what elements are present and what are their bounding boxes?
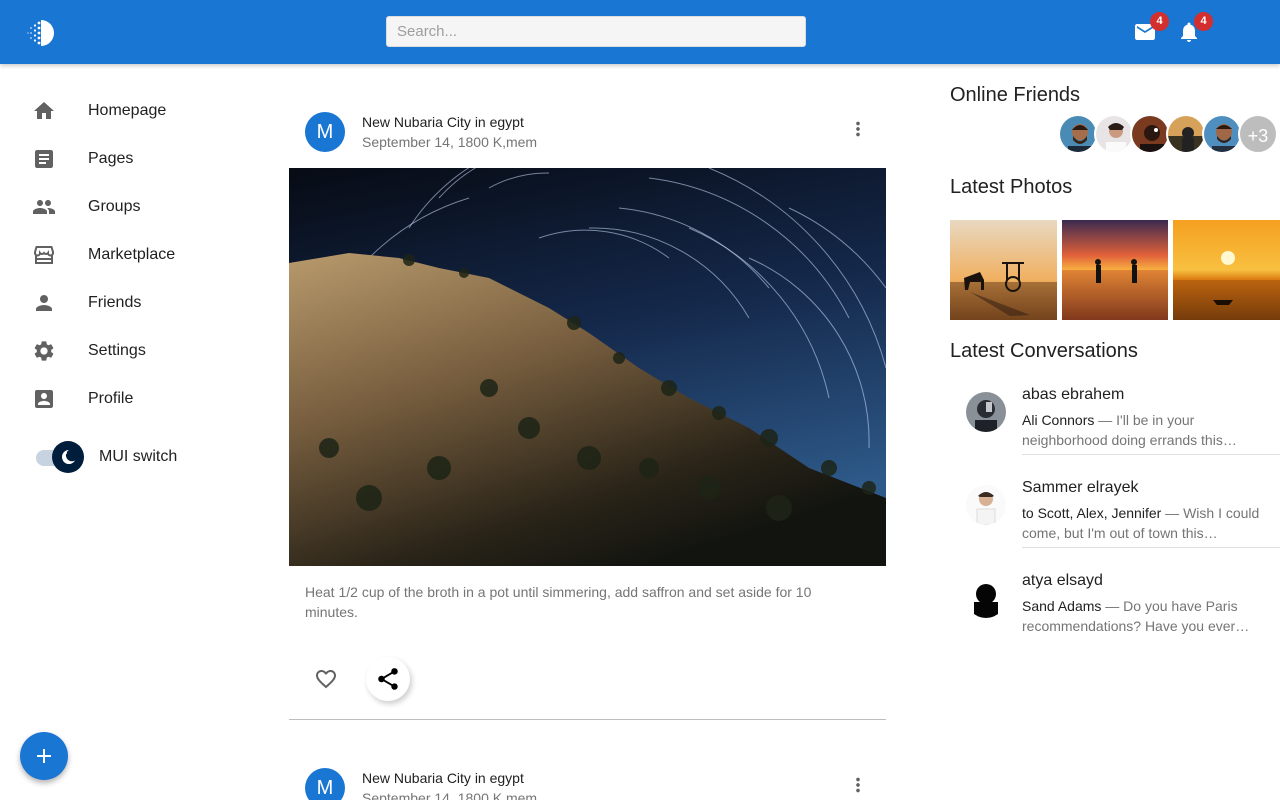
post-subtitle: September 14, 1800 K,mem [362,790,538,800]
avatar[interactable]: M [305,112,345,152]
group-icon [33,200,55,214]
friend-avatar[interactable] [1130,114,1170,154]
logo-icon[interactable] [26,18,56,48]
switch-label: MUI switch [99,448,178,465]
share-button[interactable] [366,657,410,701]
sidebar-item-profile[interactable]: Profile [0,375,270,423]
sidebar-item-label: Homepage [88,102,167,119]
heart-outline-icon [316,670,336,689]
more-vert-icon[interactable] [847,774,869,796]
conversation-name: atya elsayd [1022,572,1103,589]
conversation-preview: Sand Adams — Do you have Paris recommend… [1022,596,1262,636]
post-card: M New Nubaria City in egypt September 14… [289,64,886,720]
sidebar-item-groups[interactable]: Groups [0,183,270,231]
conversation-sender: Ali Connors [1022,412,1095,428]
conversation-name: Sammer elrayek [1022,479,1139,496]
person-icon [36,295,52,311]
conversation-item[interactable]: abas ebrahem Ali Connors — I'll be in yo… [950,378,1280,471]
post-header: M New Nubaria City in egypt September 14… [289,64,886,168]
avatar [966,392,1006,432]
latest-conversations-title: Latest Conversations [950,340,1138,362]
post-image [289,168,886,566]
sidebar-item-pages[interactable]: Pages [0,135,270,183]
conversation-sender: Sand Adams [1022,598,1102,614]
gear-icon [34,341,54,361]
share-icon [378,668,398,690]
conversation-name: abas ebrahem [1022,386,1125,403]
sidebar-item-marketplace[interactable]: Marketplace [0,231,270,279]
sidebar-item-settings[interactable]: Settings [0,327,270,375]
mail-badge: 4 [1150,12,1169,31]
plus-icon [37,749,51,763]
sidebar-item-label: Friends [88,294,142,311]
sidebar-item-label: Settings [88,342,146,359]
search-input[interactable] [386,16,806,47]
app-bar: 4 4 [0,0,1280,64]
divider [1022,547,1280,548]
storefront-icon [34,246,54,264]
avatar [966,578,1006,618]
sidebar-item-label: Pages [88,150,134,167]
more-friends-badge[interactable]: +3 [1238,114,1278,154]
conversation-sender: to Scott, Alex, Jennifer [1022,505,1162,521]
switch-thumb [52,441,84,473]
mail-button[interactable]: 4 [1133,12,1169,46]
avatar [966,485,1006,525]
moon-icon [61,449,75,464]
conversation-item[interactable]: atya elsayd Sand Adams — Do you have Par… [950,564,1280,657]
post-card: M New Nubaria City in egypt September 14… [289,720,886,800]
add-fab-button[interactable] [20,732,68,780]
article-icon [35,150,53,168]
friend-avatar[interactable] [1094,114,1134,154]
latest-photos-title: Latest Photos [950,176,1073,198]
sidebar-item-label: Marketplace [88,246,176,263]
notifications-button[interactable]: 4 [1177,12,1213,46]
divider [1022,454,1280,455]
theme-switch[interactable] [34,441,86,475]
home-icon [34,102,54,119]
friend-avatar[interactable] [1058,114,1098,154]
sidebar-item-homepage[interactable]: Homepage [0,87,270,135]
post-title: New Nubaria City in egypt [362,770,524,786]
latest-photo[interactable] [1062,220,1168,320]
post-subtitle: September 14, 1800 K,mem [362,134,538,150]
post-text: Heat 1/2 cup of the broth in a pot until… [305,584,812,620]
sidebar-item-label: Groups [88,198,141,215]
sidebar: Homepage Pages Groups Marketplace Friend… [0,64,270,800]
more-vert-icon[interactable] [847,118,869,140]
conversation-item[interactable]: Sammer elrayek to Scott, Alex, Jennifer … [950,471,1280,564]
notifications-badge: 4 [1194,12,1213,31]
conversation-preview: to Scott, Alex, Jennifer — Wish I could … [1022,503,1262,543]
sidebar-item-label: Profile [88,390,134,407]
post-title: New Nubaria City in egypt [362,114,524,130]
friend-avatar[interactable] [1202,114,1242,154]
online-friends-title: Online Friends [950,84,1081,106]
friend-avatar[interactable] [1166,114,1206,154]
sidebar-item-friends[interactable]: Friends [0,279,270,327]
latest-photo[interactable] [950,220,1057,320]
like-button[interactable] [304,657,348,701]
latest-photo[interactable] [1173,220,1280,320]
account-box-icon [35,390,53,408]
avatar[interactable]: M [305,768,345,800]
conversation-preview: Ali Connors — I'll be in your neighborho… [1022,410,1262,450]
